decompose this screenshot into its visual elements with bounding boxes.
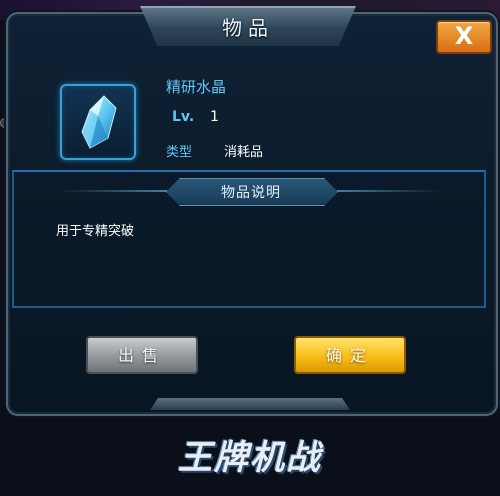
- item-name: 精研水晶: [166, 78, 227, 96]
- level-value: 1: [210, 109, 219, 125]
- game-logo: 王牌机战: [178, 438, 322, 478]
- close-button[interactable]: X: [436, 20, 492, 54]
- level-label: Lv.: [172, 109, 195, 125]
- sell-button[interactable]: 出售: [86, 336, 198, 374]
- divider-right: [334, 190, 442, 192]
- crystal-icon: [81, 95, 117, 149]
- divider-left: [60, 190, 168, 192]
- description-text: 用于专精突破: [56, 224, 135, 239]
- dialog-title: 物品: [222, 16, 274, 40]
- type-value: 消耗品: [224, 145, 264, 160]
- item-icon-frame: [60, 84, 136, 160]
- dialog-bottom-trim: [150, 398, 350, 410]
- confirm-button[interactable]: 确定: [294, 336, 406, 374]
- description-header: 物品说明: [221, 185, 281, 201]
- type-label: 类型: [166, 145, 193, 160]
- close-icon: X: [454, 22, 474, 50]
